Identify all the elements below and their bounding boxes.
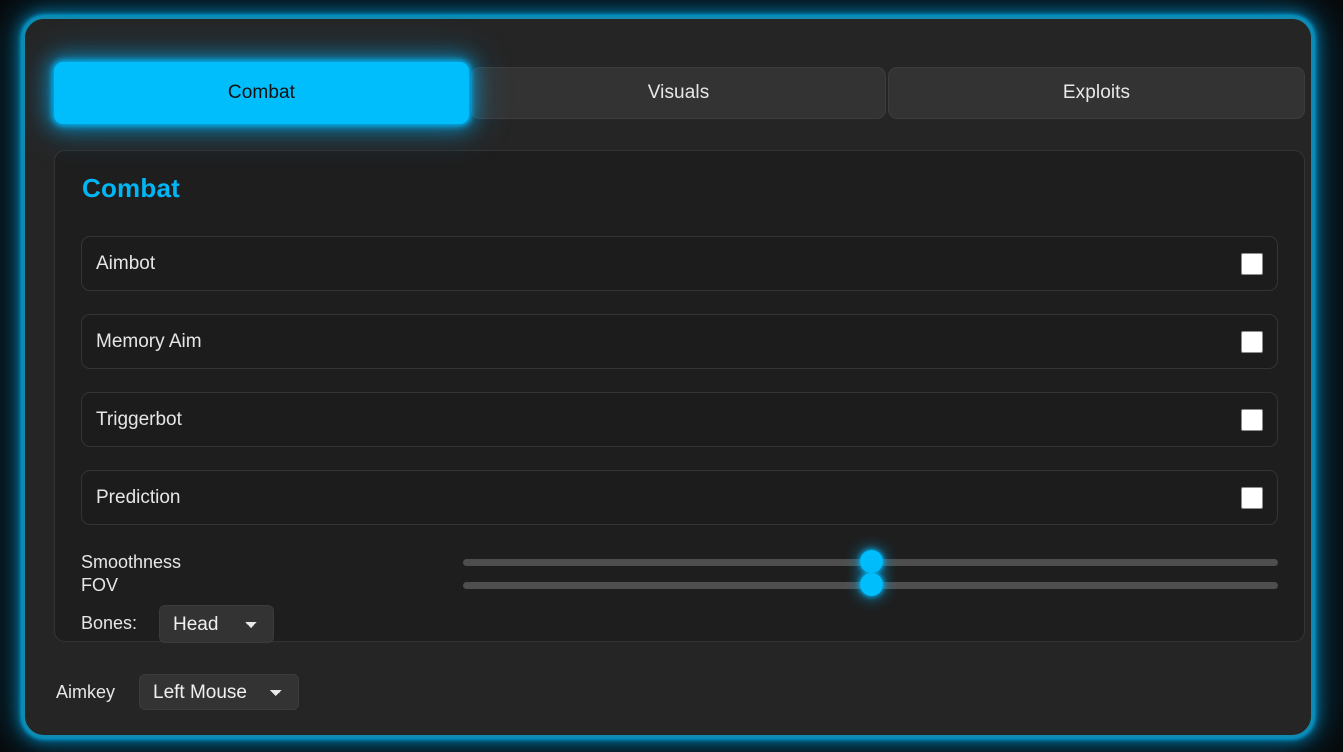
- tab-exploits[interactable]: Exploits: [888, 67, 1305, 119]
- control-row-smoothness: Smoothness: [81, 550, 1278, 574]
- tab-exploits-label: Exploits: [1062, 82, 1131, 103]
- slider-fov[interactable]: [463, 573, 1278, 597]
- slider-thumb-smoothness[interactable]: [859, 550, 883, 573]
- slider-label-smoothness: Smoothness: [81, 552, 182, 572]
- bones-label: Bones:: [81, 613, 138, 633]
- checkbox-aimbot[interactable]: [1241, 252, 1263, 275]
- window-inner-surface: Combat Visuals Exploits Combat Aimbot Me…: [25, 19, 1311, 735]
- slider-controls: Smoothness FOV Bones: HeadNeckTorsoR: [81, 550, 1278, 643]
- tab-combat[interactable]: Combat: [54, 62, 469, 124]
- control-row-bones: Bones: HeadNeckTorsoRandom: [81, 605, 1278, 643]
- checkbox-memory-aim[interactable]: [1241, 330, 1263, 353]
- toggle-list: Aimbot Memory Aim Triggerbot Prediction: [81, 236, 1278, 548]
- toggle-row-prediction[interactable]: Prediction: [81, 470, 1278, 525]
- tab-visuals-label: Visuals: [647, 82, 710, 103]
- slider-thumb-fov[interactable]: [859, 573, 883, 596]
- tab-visuals[interactable]: Visuals: [471, 67, 886, 119]
- toggle-label-prediction: Prediction: [96, 486, 181, 508]
- toggle-label-triggerbot: Triggerbot: [96, 408, 182, 430]
- aimkey-select[interactable]: Left MouseRight MouseShiftAltCaps Lock: [139, 674, 299, 710]
- toggle-row-aimbot[interactable]: Aimbot: [81, 236, 1278, 291]
- checkbox-triggerbot[interactable]: [1241, 408, 1263, 431]
- control-row-fov: FOV: [81, 573, 1278, 597]
- combat-panel: Combat Aimbot Memory Aim Triggerbot Pred…: [54, 150, 1305, 643]
- aimkey-label: Aimkey: [56, 682, 116, 702]
- bones-select[interactable]: HeadNeckTorsoRandom: [159, 605, 274, 643]
- tab-bar: Combat Visuals Exploits: [54, 62, 1305, 124]
- checkbox-prediction[interactable]: [1241, 486, 1263, 509]
- toggle-row-memory-aim[interactable]: Memory Aim: [81, 314, 1278, 369]
- section-title: Combat: [82, 173, 180, 203]
- toggle-label-aimbot: Aimbot: [96, 252, 156, 274]
- slider-smoothness[interactable]: [463, 550, 1278, 574]
- cheat-menu-window: Combat Visuals Exploits Combat Aimbot Me…: [22, 16, 1314, 738]
- tab-combat-label: Combat: [227, 82, 296, 103]
- toggle-label-memory-aim: Memory Aim: [96, 330, 202, 352]
- toggle-row-triggerbot[interactable]: Triggerbot: [81, 392, 1278, 447]
- slider-label-fov: FOV: [81, 575, 119, 595]
